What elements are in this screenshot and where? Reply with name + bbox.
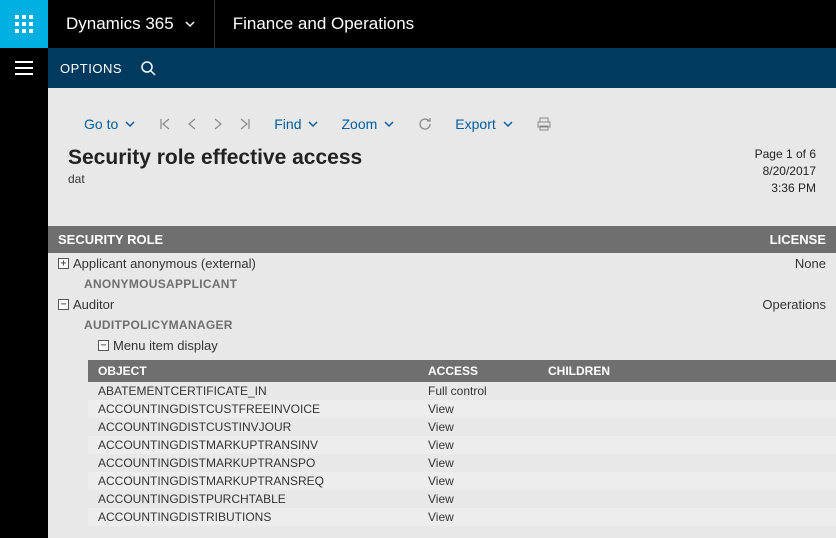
table-row: ABATEMENTCERTIFICATE_INFull control bbox=[88, 382, 836, 400]
cell-object: ABATEMENTCERTIFICATE_IN bbox=[98, 384, 428, 398]
module-name: Finance and Operations bbox=[215, 0, 432, 48]
table-row: ACCOUNTINGDISTMARKUPTRANSREQView bbox=[88, 472, 836, 490]
col-children: CHILDREN bbox=[548, 364, 826, 378]
report-time: 3:36 PM bbox=[755, 180, 816, 197]
page-indicator: Page 1 of 6 bbox=[755, 146, 816, 163]
command-bar-row: OPTIONS bbox=[0, 48, 836, 88]
role-sys-row: ANONYMOUSAPPLICANT bbox=[48, 274, 836, 294]
last-page-icon[interactable] bbox=[238, 117, 252, 131]
cell-access: View bbox=[428, 510, 548, 524]
brand-label: Dynamics 365 bbox=[66, 14, 174, 34]
page-nav bbox=[158, 117, 252, 131]
role-row: − Auditor Operations bbox=[48, 294, 836, 315]
page-search[interactable] bbox=[140, 60, 156, 76]
export-menu[interactable]: Export bbox=[455, 116, 513, 132]
report-title-block: Security role effective access dat bbox=[68, 146, 362, 186]
find-menu[interactable]: Find bbox=[274, 116, 319, 132]
cell-object: ACCOUNTINGDISTPURCHTABLE bbox=[98, 492, 428, 506]
role-license: Operations bbox=[746, 297, 826, 312]
chevron-down-icon bbox=[307, 118, 319, 130]
expand-toggle[interactable]: − bbox=[98, 340, 109, 351]
app-launcher[interactable] bbox=[0, 0, 48, 48]
report-toolbar: Go to Find Zoom bbox=[48, 116, 836, 146]
module-label: Finance and Operations bbox=[233, 14, 414, 34]
print-icon[interactable] bbox=[536, 116, 552, 132]
goto-label: Go to bbox=[84, 116, 118, 132]
role-row: + Applicant anonymous (external) None bbox=[48, 253, 836, 274]
cell-access: View bbox=[428, 438, 548, 452]
chevron-down-icon bbox=[502, 118, 514, 130]
table-row: ACCOUNTINGDISTMARKUPTRANSINVView bbox=[88, 436, 836, 454]
report-date: 8/20/2017 bbox=[755, 163, 816, 180]
chevron-down-icon bbox=[124, 118, 136, 130]
waffle-icon bbox=[15, 15, 33, 33]
role-sysname: ANONYMOUSAPPLICANT bbox=[58, 277, 237, 291]
role-sysname: AUDITPOLICYMANAGER bbox=[58, 318, 233, 332]
table-row: ACCOUNTINGDISTCUSTFREEINVOICEView bbox=[88, 400, 836, 418]
expand-toggle[interactable]: + bbox=[58, 258, 69, 269]
col-security-role: SECURITY ROLE bbox=[58, 232, 746, 247]
find-label: Find bbox=[274, 116, 301, 132]
goto-menu[interactable]: Go to bbox=[84, 116, 136, 132]
report-subtitle: dat bbox=[68, 172, 362, 186]
table-row: ACCOUNTINGDISTPURCHTABLEView bbox=[88, 490, 836, 508]
cell-object: ACCOUNTINGDISTCUSTINVJOUR bbox=[98, 420, 428, 434]
col-access: ACCESS bbox=[428, 364, 548, 378]
global-header: Dynamics 365 Finance and Operations bbox=[0, 0, 836, 48]
role-name: Applicant anonymous (external) bbox=[73, 256, 256, 271]
role-sys-row: AUDITPOLICYMANAGER bbox=[48, 315, 836, 335]
role-name: Auditor bbox=[73, 297, 114, 312]
prev-page-icon[interactable] bbox=[186, 117, 198, 131]
chevron-down-icon bbox=[383, 118, 395, 130]
cell-access: View bbox=[428, 456, 548, 470]
next-page-icon[interactable] bbox=[212, 117, 224, 131]
zoom-menu[interactable]: Zoom bbox=[341, 116, 395, 132]
table-row: ACCOUNTINGDISTMARKUPTRANSPOView bbox=[88, 454, 836, 472]
expand-toggle[interactable]: − bbox=[58, 299, 69, 310]
brand-dropdown[interactable]: Dynamics 365 bbox=[48, 0, 214, 48]
column-band: SECURITY ROLE LICENSE bbox=[48, 226, 836, 253]
options-menu[interactable]: OPTIONS bbox=[60, 61, 122, 76]
table-row: ACCOUNTINGDISTRIBUTIONSView bbox=[88, 508, 836, 526]
report-header: Security role effective access dat Page … bbox=[48, 146, 836, 196]
cell-access: View bbox=[428, 492, 548, 506]
cell-access: View bbox=[428, 402, 548, 416]
cell-object: ACCOUNTINGDISTMARKUPTRANSINV bbox=[98, 438, 428, 452]
export-label: Export bbox=[455, 116, 495, 132]
app-root: Dynamics 365 Finance and Operations OPTI… bbox=[0, 0, 836, 538]
left-rail bbox=[0, 88, 48, 538]
cell-object: ACCOUNTINGDISTRIBUTIONS bbox=[98, 510, 428, 524]
sub-column-band: OBJECT ACCESS CHILDREN bbox=[88, 360, 836, 382]
nav-toggle[interactable] bbox=[0, 48, 48, 88]
chevron-down-icon bbox=[184, 18, 196, 30]
cell-access: View bbox=[428, 474, 548, 488]
cell-access: Full control bbox=[428, 384, 548, 398]
refresh-icon[interactable] bbox=[417, 116, 433, 132]
menu-group-label: Menu item display bbox=[113, 338, 218, 353]
col-license: LICENSE bbox=[746, 232, 826, 247]
report-meta: Page 1 of 6 8/20/2017 3:36 PM bbox=[755, 146, 816, 196]
cell-access: View bbox=[428, 420, 548, 434]
hamburger-icon bbox=[15, 61, 33, 75]
cell-object: ACCOUNTINGDISTCUSTFREEINVOICE bbox=[98, 402, 428, 416]
report-title: Security role effective access bbox=[68, 146, 362, 170]
table-row: ACCOUNTINGDISTCUSTINVJOURView bbox=[88, 418, 836, 436]
role-license: None bbox=[746, 256, 826, 271]
main: Go to Find Zoom bbox=[0, 88, 836, 538]
search-icon bbox=[140, 60, 156, 76]
first-page-icon[interactable] bbox=[158, 117, 172, 131]
zoom-label: Zoom bbox=[341, 116, 377, 132]
col-object: OBJECT bbox=[98, 364, 428, 378]
cell-object: ACCOUNTINGDISTMARKUPTRANSREQ bbox=[98, 474, 428, 488]
report-viewer: Go to Find Zoom bbox=[48, 88, 836, 538]
command-bar: OPTIONS bbox=[48, 48, 836, 88]
cell-object: ACCOUNTINGDISTMARKUPTRANSPO bbox=[98, 456, 428, 470]
menu-group-row: − Menu item display bbox=[48, 335, 836, 356]
